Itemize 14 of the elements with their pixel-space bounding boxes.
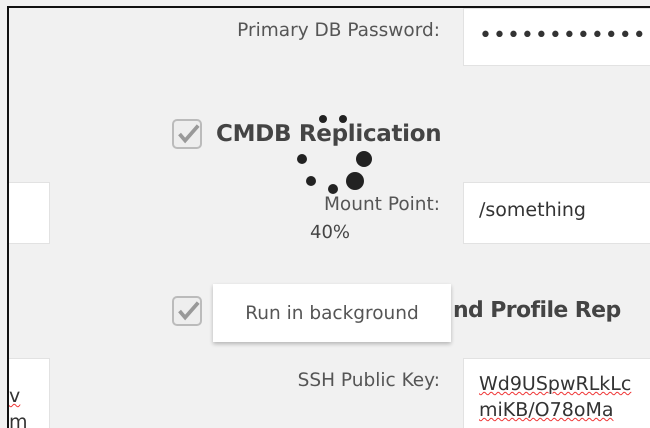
input-field[interactable]: v m <box>9 358 50 428</box>
checkbox[interactable] <box>172 296 202 326</box>
progress-percent: 40% <box>310 222 350 243</box>
input-field[interactable] <box>9 182 50 244</box>
password-field[interactable]: •••••••••••• <box>463 8 650 66</box>
checkbox[interactable] <box>172 119 202 149</box>
field-label: Primary DB Password: <box>237 20 440 41</box>
text-area[interactable]: Wd9USpwRLkLc miKB/O78oMa <box>463 358 650 428</box>
tooltip: Run in background <box>213 284 451 342</box>
section-title: nd Profile Rep <box>453 298 621 323</box>
field-label: SSH Public Key: <box>298 370 440 391</box>
section-title: CMDB Replication <box>216 121 442 147</box>
input-field[interactable]: /something <box>463 182 650 244</box>
field-label: Mount Point: <box>324 194 440 215</box>
